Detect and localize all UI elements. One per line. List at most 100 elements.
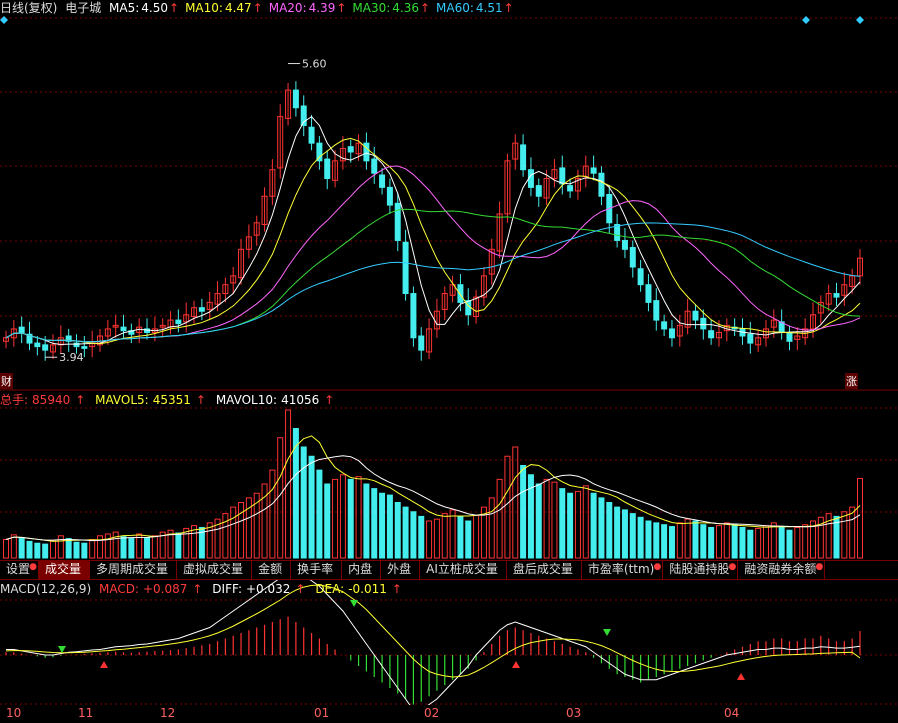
indicator-dot-icon: ● bbox=[815, 562, 824, 572]
tab-label: 金额 bbox=[258, 562, 283, 576]
indicator-dot-icon: ● bbox=[728, 562, 737, 572]
ma-legend-value: 4.47 bbox=[224, 1, 252, 15]
volume-bar bbox=[441, 513, 448, 559]
candle-body bbox=[394, 202, 401, 241]
chart-period-title[interactable]: 日线(复权) bbox=[0, 1, 57, 15]
volume-bar bbox=[535, 483, 542, 559]
tab-11[interactable]: 陆股通持股 ● bbox=[663, 561, 739, 579]
volume-bar bbox=[661, 524, 668, 559]
volume-bar bbox=[739, 526, 746, 559]
tab-5[interactable]: 换手率 bbox=[291, 561, 343, 579]
candle-body bbox=[520, 144, 527, 171]
candle-body bbox=[668, 328, 675, 339]
volume-bar bbox=[128, 538, 135, 559]
sell-signal-arrow-icon bbox=[603, 629, 611, 636]
candle-body bbox=[621, 239, 628, 250]
volume-bar bbox=[794, 526, 801, 559]
volume-bar bbox=[465, 520, 472, 559]
volume-bar bbox=[73, 541, 80, 559]
diff-value: +0.032 bbox=[246, 582, 291, 596]
arrow-up-icon: ↑ bbox=[252, 1, 263, 15]
volume-panel-header: 总手: 85940 ↑ MAVOL5: 45351 ↑ MAVOL10: 41056 ↑ bbox=[0, 392, 340, 408]
volume-bar bbox=[175, 532, 182, 559]
volume-bar bbox=[394, 502, 401, 559]
volume-bar bbox=[496, 478, 503, 559]
rise-badge[interactable]: 涨 bbox=[845, 373, 858, 389]
x-axis-label: 03 bbox=[566, 706, 582, 720]
stock-name: 电子城 bbox=[65, 1, 102, 15]
tab-2[interactable]: 多周期成交量 bbox=[90, 561, 178, 579]
tab-4[interactable]: 金额 bbox=[252, 561, 292, 579]
price-panel-header: 日线(复权) 电子城 MA5: 4.50↑ MA10: 4.47↑ MA20: 4.39↑… bbox=[0, 0, 524, 16]
volume-bar bbox=[504, 455, 511, 559]
volume-bar bbox=[551, 481, 558, 559]
candle-body bbox=[786, 331, 793, 342]
ma-legend-value: 4.36 bbox=[392, 1, 419, 15]
volume-bar bbox=[418, 515, 425, 559]
volume-bar bbox=[676, 522, 683, 559]
volume-bar bbox=[386, 494, 393, 559]
tab-3[interactable]: 虚拟成交量 bbox=[177, 561, 253, 579]
candle-body bbox=[410, 293, 417, 339]
tab-9[interactable]: 盘后成交量 bbox=[507, 561, 582, 579]
tab-6[interactable]: 内盘 bbox=[342, 561, 382, 579]
sell-signal-arrow-icon bbox=[350, 600, 358, 607]
diamond-icon bbox=[0, 16, 8, 24]
total-volume-label: 总手: bbox=[0, 393, 29, 407]
x-axis-label: 12 bbox=[160, 706, 176, 720]
x-axis-label: 11 bbox=[78, 706, 94, 720]
tab-1[interactable]: 成交量 bbox=[39, 561, 91, 579]
volume-bar bbox=[449, 509, 456, 559]
volume-bar bbox=[34, 542, 41, 559]
tab-label: 盘后成交量 bbox=[512, 562, 573, 576]
volume-bar bbox=[590, 492, 597, 559]
high-price-label: 5.60 bbox=[302, 58, 327, 71]
volume-bar bbox=[324, 483, 331, 559]
volume-bar bbox=[692, 520, 699, 559]
candle-body bbox=[747, 333, 754, 344]
finance-badge[interactable]: 财 bbox=[0, 373, 13, 389]
candle-body bbox=[386, 186, 393, 206]
volume-bar bbox=[89, 539, 96, 559]
chart-canvas[interactable]: 5.60 3.94 bbox=[0, 0, 898, 705]
candle-body bbox=[198, 307, 205, 312]
candle-body bbox=[81, 346, 88, 349]
tab-10[interactable]: 市盈率(ttm) ● bbox=[582, 561, 664, 579]
volume-bar bbox=[222, 513, 229, 559]
volume-bar bbox=[97, 535, 104, 559]
candle-body bbox=[457, 284, 464, 303]
tab-0[interactable]: 设置 ● bbox=[0, 561, 40, 579]
volume-bar bbox=[292, 428, 299, 559]
candle-body bbox=[661, 321, 668, 330]
candle-body bbox=[637, 268, 644, 286]
volume-bar bbox=[684, 518, 691, 559]
volume-bar bbox=[104, 533, 111, 559]
arrow-up-icon: ↑ bbox=[419, 1, 431, 15]
volume-bar bbox=[778, 526, 785, 559]
buy-signal-arrow-icon bbox=[737, 673, 745, 680]
volume-bar bbox=[559, 488, 566, 559]
volume-bar bbox=[230, 506, 237, 559]
arrow-up-icon: ↑ bbox=[503, 1, 514, 15]
volume-bar bbox=[629, 513, 636, 559]
volume-bar bbox=[433, 518, 440, 559]
ma-legend: MA5: 4.50↑ MA10: 4.47↑ MA20: 4.39↑ MA30: 4.36↑ M… bbox=[109, 1, 520, 15]
candle-body bbox=[700, 317, 707, 330]
tab-label: 陆股通持股 bbox=[669, 562, 730, 576]
volume-bar bbox=[755, 527, 762, 559]
volume-bar bbox=[18, 537, 25, 559]
macd-dea-line bbox=[5, 584, 861, 678]
volume-bar bbox=[621, 509, 628, 559]
candle-body bbox=[833, 293, 840, 298]
tab-7[interactable]: 外盘 bbox=[381, 561, 421, 579]
volume-bar bbox=[700, 524, 707, 559]
tab-12[interactable]: 融资融券余额 ● bbox=[738, 561, 826, 579]
volume-bar bbox=[50, 539, 57, 559]
volume-bar bbox=[42, 543, 49, 559]
total-volume-value: 85940 bbox=[32, 393, 71, 407]
candle-body bbox=[590, 167, 597, 174]
macd-title[interactable]: MACD(12,26,9) bbox=[0, 582, 91, 596]
diamond-icon bbox=[802, 16, 810, 24]
candle-body bbox=[34, 342, 41, 348]
tab-8[interactable]: AI立桩成交量 bbox=[420, 561, 507, 579]
